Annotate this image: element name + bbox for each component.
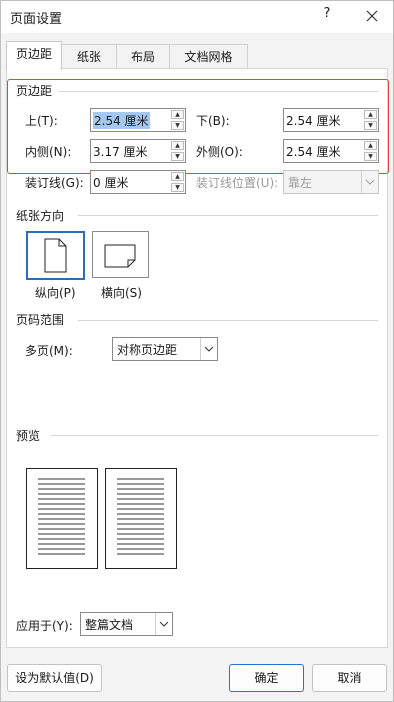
gutter-position-label: 装订线位置(U): [196, 176, 279, 190]
apply-to-label: 应用于(Y): [16, 619, 73, 633]
outside-margin-value: 2.54 厘米 [286, 145, 341, 159]
apply-to-select[interactable]: 整篇文档 [80, 612, 173, 636]
tab-margins[interactable]: 页边距 [6, 41, 62, 70]
spin-down-icon[interactable]: ▼ [364, 152, 377, 161]
cancel-button[interactable]: 取消 [312, 664, 387, 692]
orientation-section-title: 纸张方向 [16, 209, 65, 223]
top-margin-spinner[interactable]: ▲ ▼ [171, 110, 184, 130]
outside-margin-spinner[interactable]: ▲ ▼ [364, 141, 377, 161]
portrait-label: 纵向(P) [35, 286, 76, 300]
top-margin-field[interactable]: 2.54 厘米 ▲ ▼ [90, 108, 186, 132]
outside-margin-field[interactable]: 2.54 厘米 ▲ ▼ [283, 139, 379, 163]
chevron-down-icon [200, 338, 217, 360]
multiple-pages-label: 多页(M): [25, 344, 73, 358]
title-bar: 页面设置 ? [1, 1, 393, 33]
gutter-field[interactable]: 0 厘米 ▲ ▼ [90, 170, 186, 194]
tab-layout[interactable]: 布局 [116, 44, 170, 69]
pages-section-title: 页码范围 [16, 313, 65, 327]
preview-page-left [26, 468, 98, 569]
close-button[interactable] [360, 4, 384, 28]
spin-down-icon[interactable]: ▼ [171, 121, 184, 130]
spin-up-icon[interactable]: ▲ [171, 172, 184, 181]
preview-page-right [105, 468, 177, 569]
inside-margin-label: 内侧(N): [25, 145, 72, 159]
chevron-down-icon [361, 171, 378, 193]
gutter-position-value: 靠左 [288, 176, 313, 190]
tab-bar: 页边距 纸张 布局 文档网格 [1, 41, 393, 70]
multiple-pages-value: 对称页边距 [117, 343, 178, 357]
inside-margin-value: 3.17 厘米 [93, 145, 148, 159]
page-setup-dialog: 页面设置 ? 页边距 纸张 布局 文档网格 页边距 上(T): 2.54 厘米 … [0, 0, 394, 702]
spin-down-icon[interactable]: ▼ [364, 121, 377, 130]
spin-up-icon[interactable]: ▲ [171, 110, 184, 119]
apply-to-value: 整篇文档 [85, 618, 134, 632]
spin-down-icon[interactable]: ▼ [171, 183, 184, 192]
inside-margin-field[interactable]: 3.17 厘米 ▲ ▼ [90, 139, 186, 163]
portrait-button[interactable] [26, 231, 85, 280]
top-margin-value: 2.54 厘米 [93, 112, 150, 129]
set-default-button[interactable]: 设为默认值(D) [7, 664, 102, 692]
portrait-page-icon [44, 238, 67, 273]
gutter-value: 0 厘米 [93, 176, 129, 190]
help-button[interactable]: ? [319, 6, 335, 21]
divider [78, 215, 378, 216]
landscape-page-icon [104, 244, 136, 268]
outside-margin-label: 外侧(O): [196, 145, 243, 159]
ok-button[interactable]: 确定 [229, 664, 304, 692]
bottom-margin-value: 2.54 厘米 [286, 114, 341, 128]
spin-down-icon[interactable]: ▼ [171, 152, 184, 161]
gutter-label: 装订线(G): [25, 176, 84, 190]
landscape-button[interactable] [92, 231, 149, 278]
chevron-down-icon [155, 613, 172, 635]
divider [78, 320, 378, 321]
spin-up-icon[interactable]: ▲ [364, 110, 377, 119]
spin-up-icon[interactable]: ▲ [364, 141, 377, 150]
top-margin-label: 上(T): [25, 114, 58, 128]
close-icon [366, 10, 378, 22]
gutter-spinner[interactable]: ▲ ▼ [171, 172, 184, 192]
bottom-margin-spinner[interactable]: ▲ ▼ [364, 110, 377, 130]
margins-section-title: 页边距 [16, 84, 53, 98]
bottom-margin-label: 下(B): [196, 114, 230, 128]
tab-document-grid[interactable]: 文档网格 [169, 44, 248, 69]
inside-margin-spinner[interactable]: ▲ ▼ [171, 141, 184, 161]
gutter-position-select[interactable]: 靠左 [283, 170, 379, 194]
divider [51, 435, 378, 436]
bottom-margin-field[interactable]: 2.54 厘米 ▲ ▼ [283, 108, 379, 132]
multiple-pages-select[interactable]: 对称页边距 [112, 337, 218, 361]
dialog-title: 页面设置 [10, 12, 63, 27]
preview-section-title: 预览 [16, 429, 41, 443]
landscape-label: 横向(S) [101, 286, 142, 300]
spin-up-icon[interactable]: ▲ [171, 141, 184, 150]
divider [58, 91, 378, 92]
tab-paper[interactable]: 纸张 [61, 44, 117, 69]
